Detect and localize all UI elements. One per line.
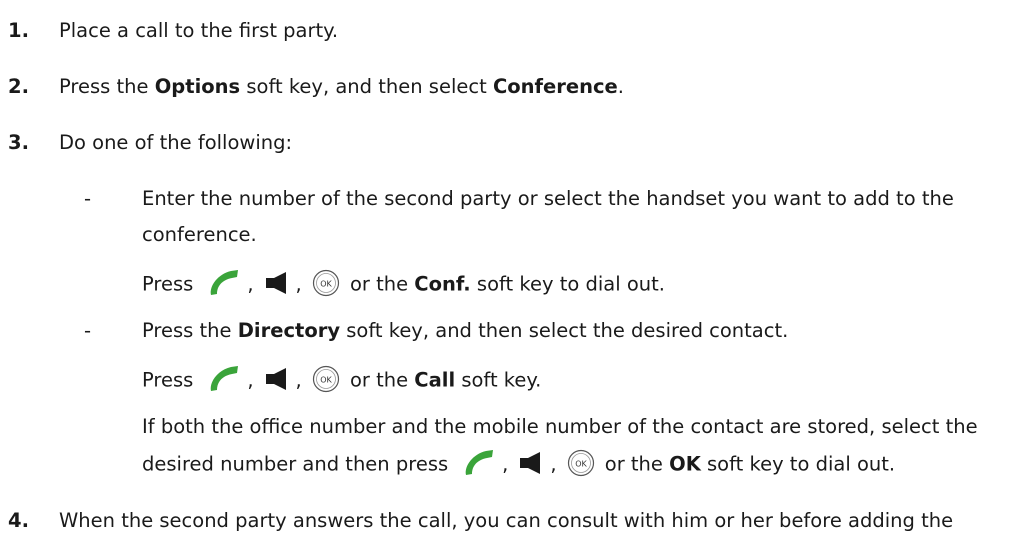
step-number: 1. bbox=[8, 19, 29, 42]
step-text: Press the Options soft key, and then sel… bbox=[59, 75, 624, 98]
step-number: 3. bbox=[8, 131, 29, 154]
conference-label: Conference bbox=[492, 75, 618, 98]
svg-text:OK: OK bbox=[320, 376, 332, 385]
step-text: Do one of the following: bbox=[59, 131, 293, 154]
step-number: 2. bbox=[8, 75, 29, 98]
green-handset-icon bbox=[462, 448, 496, 478]
bullet-dash: - bbox=[84, 187, 92, 210]
ok-key-label: OK bbox=[669, 452, 701, 476]
step-text: When the second party answers the call, … bbox=[59, 509, 954, 532]
green-handset-icon bbox=[207, 364, 241, 394]
ok-key-icon: OK bbox=[312, 365, 340, 393]
ok-key-icon: OK bbox=[312, 269, 340, 297]
speakerphone-icon bbox=[518, 452, 546, 474]
step-text: Place a call to the first party. bbox=[59, 19, 339, 42]
conf-key-label: Conf. bbox=[414, 272, 471, 296]
svg-text:OK: OK bbox=[320, 280, 332, 289]
speakerphone-icon bbox=[264, 368, 292, 390]
directory-key-label: Directory bbox=[237, 319, 341, 342]
ok-key-icon: OK bbox=[567, 449, 595, 477]
option-b-note-line-2: desired number and then press,, OK or the… bbox=[142, 448, 895, 480]
speakerphone-icon bbox=[264, 272, 292, 294]
call-key-label: Call bbox=[414, 368, 456, 392]
option-a-press-line: Press,, OK or the Conf. soft key to dial … bbox=[142, 268, 665, 300]
step-number: 4. bbox=[8, 509, 29, 532]
option-b-press-line: Press,, OK or the Call soft key. bbox=[142, 364, 541, 396]
options-key-label: Options bbox=[154, 75, 241, 98]
bullet-dash: - bbox=[84, 319, 92, 342]
green-handset-icon bbox=[207, 268, 241, 298]
svg-text:OK: OK bbox=[575, 460, 587, 469]
